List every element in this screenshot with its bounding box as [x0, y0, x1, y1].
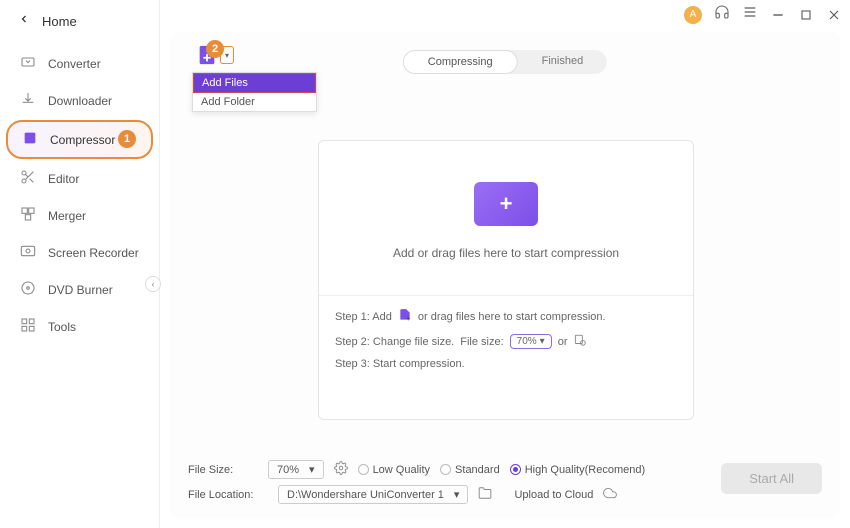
- quality-high-radio[interactable]: High Quality(Recomend): [510, 464, 645, 476]
- cloud-icon[interactable]: [603, 486, 617, 503]
- avatar[interactable]: A: [684, 6, 702, 24]
- radio-checked-icon: [510, 464, 521, 475]
- editor-icon: [20, 169, 36, 188]
- step-1: Step 1: Add + or drag files here to star…: [335, 308, 677, 325]
- chevron-down-icon: ▾: [309, 463, 315, 476]
- sidebar-item-downloader[interactable]: Downloader: [6, 83, 153, 118]
- merger-icon: [20, 206, 36, 225]
- settings-small-icon[interactable]: [573, 333, 587, 350]
- dropdown-item-add-folder[interactable]: Add Folder: [193, 93, 316, 111]
- step2-or-label: or: [558, 336, 568, 348]
- step2-size-select[interactable]: 70%▾: [510, 334, 552, 349]
- headset-icon[interactable]: [714, 4, 730, 25]
- radio-icon: [358, 464, 369, 475]
- chevron-down-icon: ▾: [454, 488, 460, 501]
- hamburger-icon[interactable]: [742, 4, 758, 25]
- tab-finished[interactable]: Finished: [518, 50, 608, 74]
- avatar-initial: A: [690, 9, 697, 20]
- screen-recorder-icon: [20, 243, 36, 262]
- file-size-value: 70%: [277, 464, 299, 476]
- gear-icon[interactable]: [334, 461, 348, 478]
- sidebar-item-label: Converter: [48, 57, 101, 71]
- start-all-button[interactable]: Start All: [721, 463, 822, 494]
- converter-icon: [20, 54, 36, 73]
- quality-standard-label: Standard: [455, 464, 500, 476]
- minimize-button[interactable]: [770, 7, 786, 23]
- compressor-icon: [22, 130, 38, 149]
- sidebar-item-label: Compressor: [50, 133, 115, 147]
- close-button[interactable]: [826, 7, 842, 23]
- sidebar-item-editor[interactable]: Editor: [6, 161, 153, 196]
- tools-icon: [20, 317, 36, 336]
- tab-compressing[interactable]: Compressing: [403, 50, 518, 74]
- annotation-badge-1: 1: [118, 130, 136, 148]
- sidebar: Home Converter Downloader Compressor Edi…: [0, 0, 160, 528]
- downloader-icon: [20, 91, 36, 110]
- quality-high-label: High Quality(Recomend): [525, 464, 645, 476]
- step2-filesize-label: File size:: [460, 336, 503, 348]
- bottom-bar: File Size: 70% ▾ Low Quality Standard Hi…: [188, 460, 822, 510]
- folder-upload-icon: +: [466, 176, 546, 232]
- file-size-label: File Size:: [188, 464, 258, 476]
- sidebar-item-dvd-burner[interactable]: DVD Burner: [6, 272, 153, 307]
- sidebar-item-merger[interactable]: Merger: [6, 198, 153, 233]
- annotation-badge-2: 2: [206, 40, 224, 58]
- dropdown-item-add-files[interactable]: Add Files: [193, 73, 316, 93]
- sidebar-item-label: Tools: [48, 320, 76, 334]
- sidebar-collapse-toggle[interactable]: ‹: [145, 276, 161, 292]
- add-dropdown-menu: Add Files Add Folder: [192, 72, 317, 112]
- sidebar-item-label: Downloader: [48, 94, 112, 108]
- chevron-down-icon: ▾: [225, 51, 229, 60]
- maximize-button[interactable]: [798, 7, 814, 23]
- sidebar-title: Home: [42, 14, 77, 29]
- file-location-select[interactable]: D:\Wondershare UniConverter 1 ▾: [278, 485, 468, 504]
- step2-value: 70%: [517, 336, 537, 347]
- file-location-label: File Location:: [188, 489, 268, 501]
- step-2: Step 2: Change file size. File size: 70%…: [335, 333, 677, 350]
- sidebar-item-label: Screen Recorder: [48, 246, 139, 260]
- svg-text:+: +: [406, 316, 410, 322]
- file-location-value: D:\Wondershare UniConverter 1: [287, 489, 444, 501]
- main-panel: ▾ Add Files Add Folder Compressing Finis…: [170, 32, 840, 518]
- sidebar-item-converter[interactable]: Converter: [6, 46, 153, 81]
- dvd-burner-icon: [20, 280, 36, 299]
- quality-standard-radio[interactable]: Standard: [440, 464, 500, 476]
- document-add-small-icon: +: [398, 308, 412, 325]
- chevron-down-icon: ▾: [540, 336, 545, 347]
- sidebar-item-label: Editor: [48, 172, 79, 186]
- quality-low-label: Low Quality: [373, 464, 430, 476]
- upload-cloud-label: Upload to Cloud: [514, 489, 593, 501]
- file-size-select[interactable]: 70% ▾: [268, 460, 324, 479]
- quality-low-radio[interactable]: Low Quality: [358, 464, 430, 476]
- radio-icon: [440, 464, 451, 475]
- step-3: Step 3: Start compression.: [335, 358, 677, 370]
- chevron-left-icon: ‹: [152, 279, 155, 289]
- folder-open-icon[interactable]: [478, 486, 492, 503]
- step1-post-label: or drag files here to start compression.: [418, 311, 606, 323]
- sidebar-item-label: DVD Burner: [48, 283, 113, 297]
- drop-zone[interactable]: + Add or drag files here to start compre…: [318, 140, 694, 420]
- sidebar-item-tools[interactable]: Tools: [6, 309, 153, 344]
- sidebar-item-label: Merger: [48, 209, 86, 223]
- sidebar-item-screen-recorder[interactable]: Screen Recorder: [6, 235, 153, 270]
- drop-zone-text: Add or drag files here to start compress…: [393, 246, 619, 260]
- step1-pre-label: Step 1: Add: [335, 311, 392, 323]
- plus-icon: +: [500, 191, 513, 217]
- step2-pre-label: Step 2: Change file size.: [335, 336, 454, 348]
- back-arrow-icon[interactable]: [18, 12, 30, 30]
